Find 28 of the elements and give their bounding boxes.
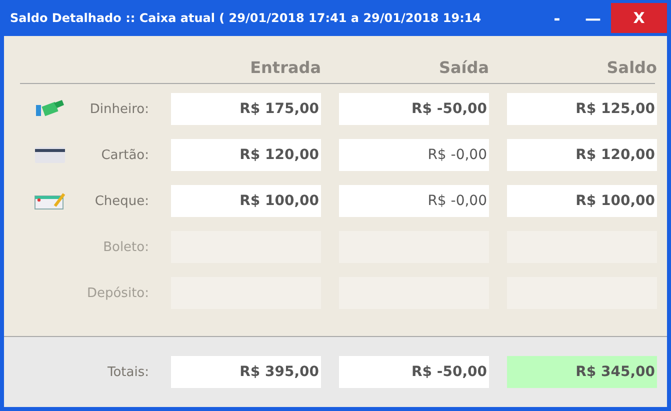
column-header: Saldo (606, 58, 657, 77)
column-header: Saída (438, 58, 489, 77)
cheque-icon (34, 192, 66, 210)
total-field[interactable]: R$ 395,00 (171, 356, 321, 388)
row-label: Cartão: (101, 148, 150, 162)
amount-field[interactable]: R$ 175,00 (171, 93, 321, 125)
amount-field[interactable]: R$ 100,00 (507, 185, 657, 217)
totals-label: Totais: (107, 364, 150, 380)
amount-field[interactable]: R$ 100,00 (171, 185, 321, 217)
window-menu-button[interactable]: - (539, 3, 575, 33)
minimize-button[interactable]: — (575, 3, 611, 33)
amount-field[interactable]: R$ 125,00 (507, 93, 657, 125)
row-label: Cheque: (94, 194, 150, 208)
amount-field[interactable]: R$ 120,00 (171, 139, 321, 171)
amount-field[interactable]: R$ -0,00 (339, 185, 489, 217)
total-field[interactable]: R$ 345,00 (507, 356, 657, 388)
row-label: Depósito: (86, 286, 150, 300)
cash-icon (34, 100, 66, 118)
column-header: Entrada (249, 58, 321, 77)
credit-card-icon (34, 146, 66, 164)
row-label: Boleto: (103, 240, 150, 254)
window-title: Saldo Detalhado :: Caixa atual ( 29/01/2018 17:41 a 29/01/2018 19:14 (9, 11, 482, 25)
row-label: Dinheiro: (90, 102, 150, 116)
total-field[interactable]: R$ -50,00 (339, 356, 489, 388)
close-button[interactable]: X (611, 3, 667, 33)
amount-field[interactable]: R$ 120,00 (507, 139, 657, 171)
amount-field[interactable]: R$ -0,00 (339, 139, 489, 171)
amount-field[interactable]: R$ -50,00 (339, 93, 489, 125)
